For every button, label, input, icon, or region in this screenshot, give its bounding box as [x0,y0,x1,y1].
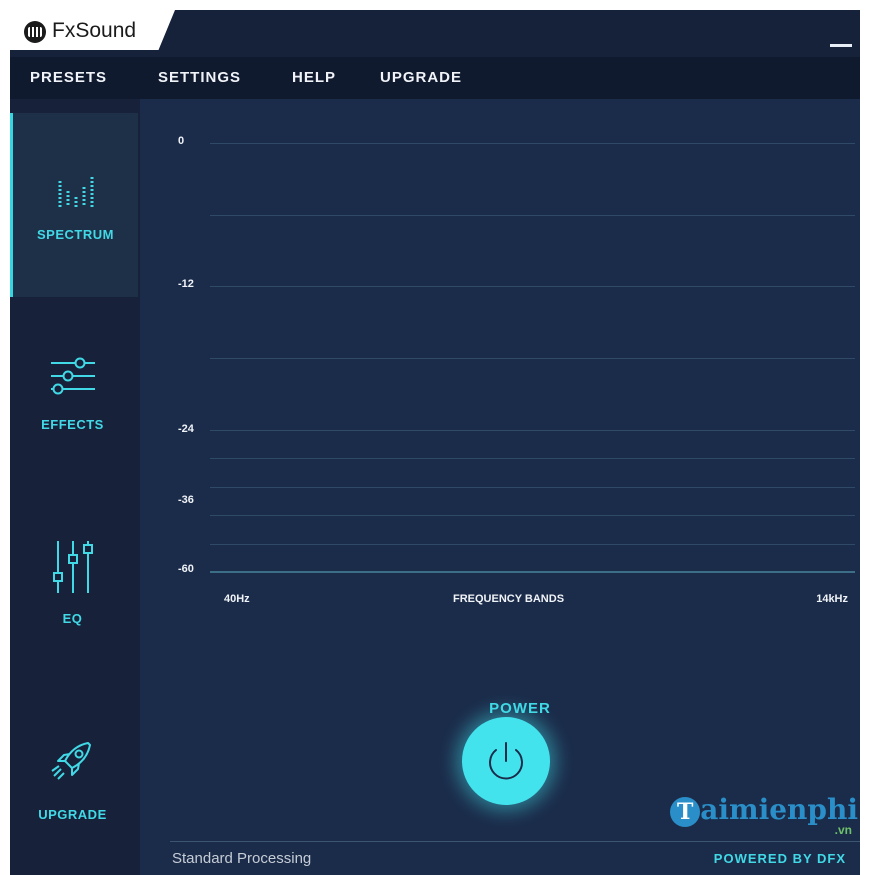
grid-line [210,487,855,488]
grid-line [210,358,855,359]
powered-by: POWERED BY DFX [713,851,846,866]
y-axis-label: 0 [178,135,185,147]
rocket-icon [50,742,91,780]
y-axis-label: -12 [178,278,194,290]
sidebar-item-label: EFFECTS [41,417,104,432]
sidebar-item-label: EQ [62,611,83,626]
menu-upgrade[interactable]: UPGRADE [380,69,462,86]
brand-tab: FxSound [10,10,175,50]
x-axis-label-low: 40Hz [224,593,250,605]
grid-line [210,286,855,287]
fxsound-window: FxSound PRESETS SETTINGS HELP UPGRADE SP… [10,10,860,875]
sidebar-item-spectrum[interactable]: SPECTRUM [10,113,138,297]
sidebar-item-eq[interactable]: EQ [10,539,135,649]
watermark-initial: T [670,796,701,827]
eq-icon [52,541,93,593]
watermark-suffix: .vn [834,823,852,837]
menu-settings[interactable]: SETTINGS [158,69,241,86]
watermark-text: aimienphi [700,793,858,826]
fxsound-logo-icon [24,21,46,43]
grid-line [210,458,855,459]
grid-line [210,544,855,545]
menu-presets[interactable]: PRESETS [30,69,107,86]
sidebar-item-effects[interactable]: EFFECTS [10,349,135,459]
menu-help[interactable]: HELP [292,69,336,86]
spectrum-panel: 0 -12 -24 -36 -60 40Hz FREQUENCY BANDS 1… [140,99,860,875]
minimize-button[interactable] [830,44,852,47]
sidebar-item-upgrade[interactable]: UPGRADE [10,737,135,847]
power-label: POWER [489,700,551,717]
grid-line [210,430,855,431]
x-axis-label-high: 14kHz [816,593,848,605]
watermark-logo: Taimienphi .vn [648,793,858,837]
app-name: FxSound [52,19,137,42]
spectrum-icon [58,177,93,207]
y-axis-label: -24 [178,423,194,435]
x-axis-title: FREQUENCY BANDS [453,593,565,605]
grid-line [210,515,855,516]
sidebar: SPECTRUM EFFECTS EQ UPGRADE [10,99,140,875]
title-bar: FxSound [10,10,860,57]
grid-line [210,215,855,216]
power-icon [489,742,523,780]
sidebar-item-label: UPGRADE [38,807,107,822]
processing-status: Standard Processing [172,850,312,867]
footer-divider [170,841,860,842]
y-axis-label: -36 [178,494,194,506]
power-button[interactable] [462,717,550,805]
menu-bar: PRESETS SETTINGS HELP UPGRADE [10,57,860,99]
baseline [210,571,855,573]
sliders-icon [50,357,95,395]
y-axis-label: -60 [178,563,194,575]
grid-line [210,143,855,144]
sidebar-item-label: SPECTRUM [37,227,114,242]
